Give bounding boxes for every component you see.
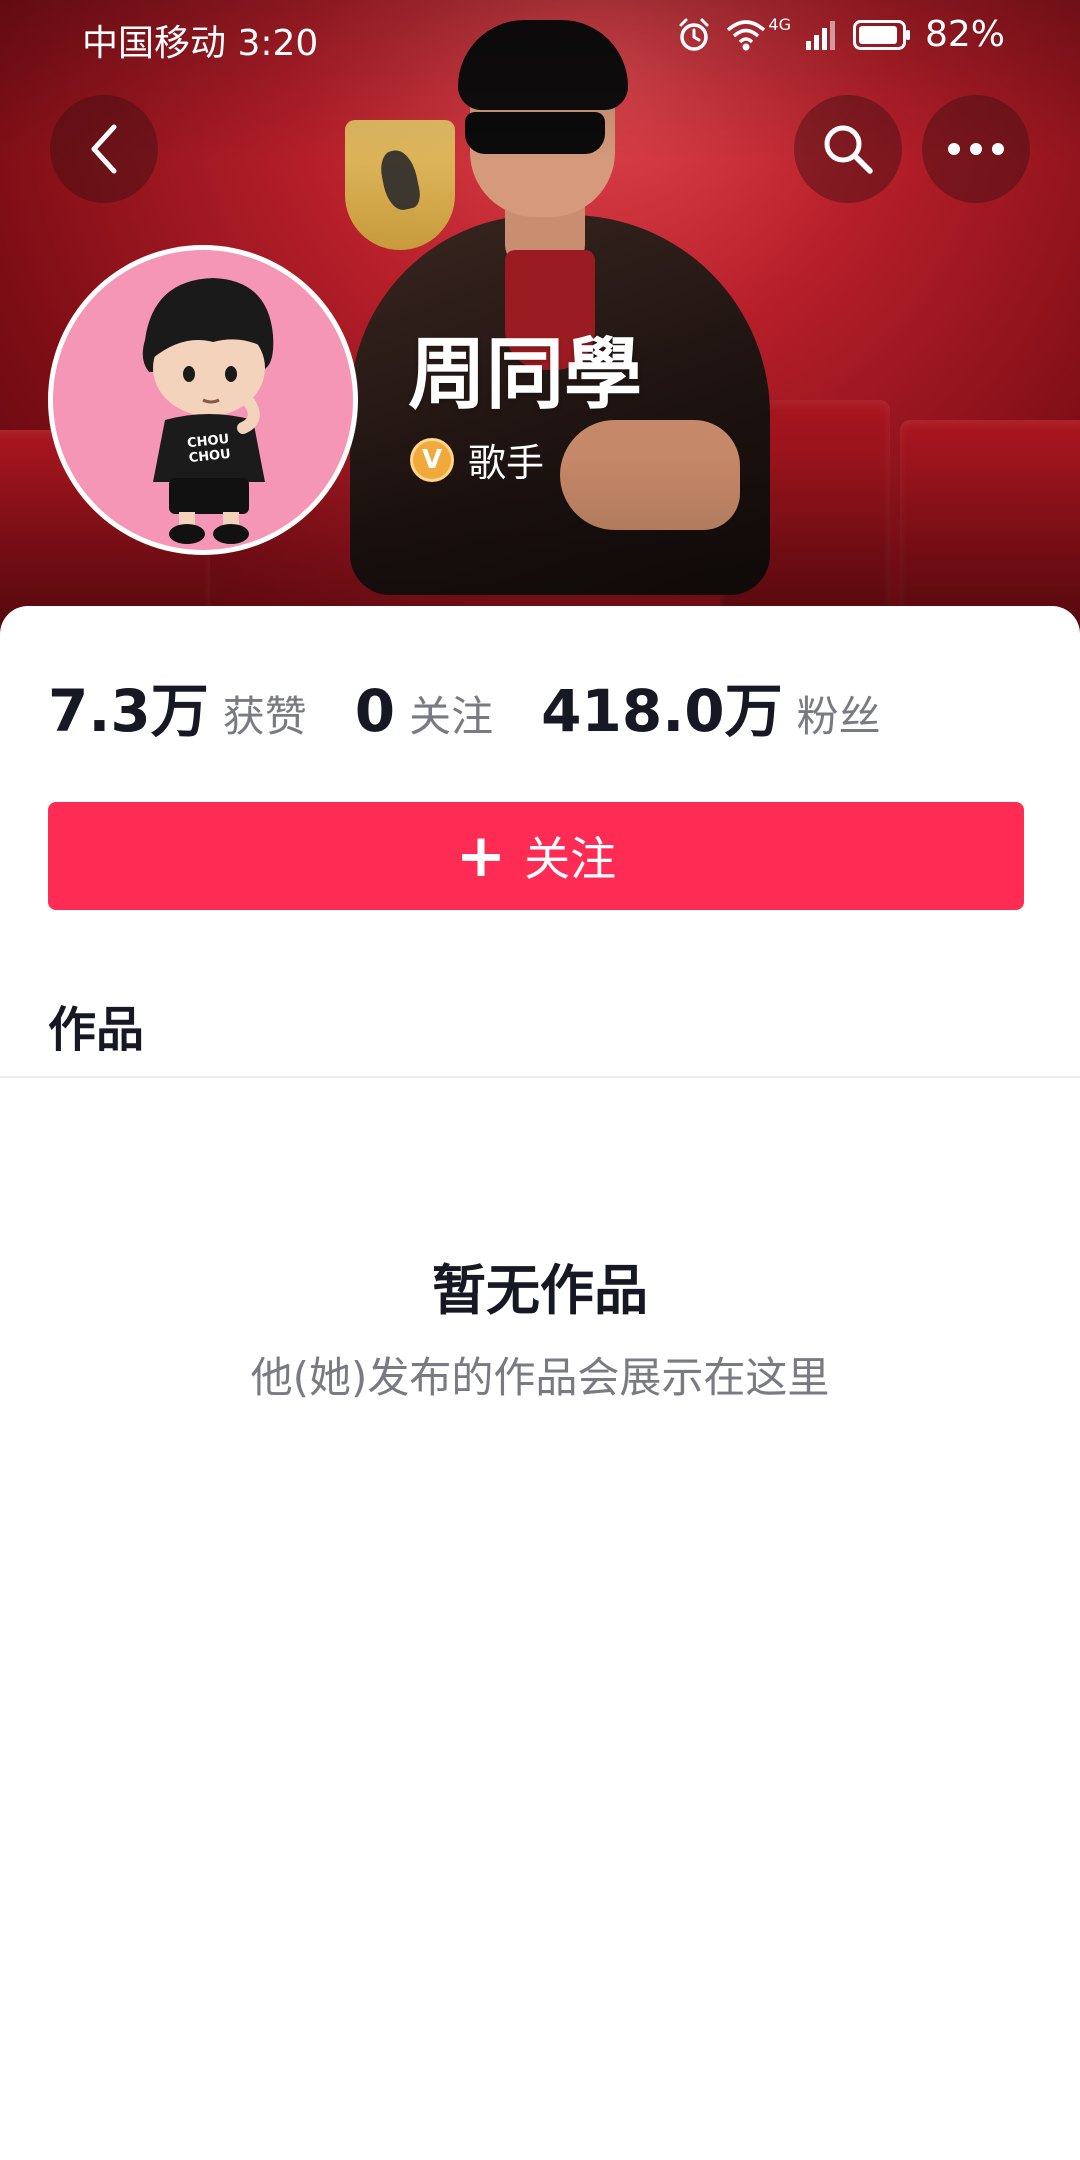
stat-likes-value: 7.3万 bbox=[48, 677, 209, 745]
signal-icon bbox=[805, 20, 835, 50]
battery-percent: 82% bbox=[924, 14, 1005, 55]
divider bbox=[0, 1076, 1080, 1078]
avatar[interactable]: CHOU CHOU bbox=[48, 245, 358, 555]
status-bar: 中国移动 3:20 4G 82% bbox=[0, 0, 1080, 75]
empty-state-subtitle: 他(她)发布的作品会展示在这里 bbox=[250, 1353, 830, 1402]
avatar-image: CHOU CHOU bbox=[53, 250, 353, 550]
stat-likes[interactable]: 7.3万 获赞 bbox=[48, 664, 307, 748]
status-indicators: 4G 82% bbox=[676, 14, 1005, 55]
follow-button-label: 关注 bbox=[524, 832, 617, 886]
profile-content-card: 7.3万 获赞 0 关注 418.0万 粉丝 + 关注 作品 暂无作品 他(她)… bbox=[0, 606, 1080, 2160]
search-button[interactable] bbox=[794, 95, 902, 203]
tab-works[interactable]: 作品 bbox=[48, 990, 144, 1060]
verified-badge-icon: V bbox=[410, 437, 454, 482]
battery-icon bbox=[852, 19, 910, 50]
back-button[interactable] bbox=[50, 95, 158, 203]
profile-role-label: 歌手 bbox=[468, 441, 545, 485]
network-type-label: 4G bbox=[768, 15, 791, 34]
stat-following[interactable]: 0 关注 bbox=[355, 677, 493, 745]
profile-role: V 歌手 bbox=[410, 432, 544, 487]
stat-likes-label: 获赞 bbox=[222, 692, 307, 741]
stat-following-label: 关注 bbox=[409, 692, 494, 741]
follow-button[interactable]: + 关注 bbox=[48, 802, 1024, 910]
status-carrier-time: 中国移动 3:20 bbox=[82, 23, 319, 64]
wifi-icon bbox=[727, 19, 766, 50]
stat-followers-label: 粉丝 bbox=[796, 692, 881, 741]
stat-followers-value: 418.0万 bbox=[541, 677, 783, 745]
more-dots-icon bbox=[948, 143, 1004, 155]
profile-stats: 7.3万 获赞 0 关注 418.0万 粉丝 bbox=[48, 664, 929, 748]
search-icon bbox=[824, 125, 873, 174]
cartoon-figure-icon bbox=[142, 278, 274, 544]
stat-following-value: 0 bbox=[354, 677, 396, 745]
more-button[interactable] bbox=[922, 95, 1030, 203]
empty-state-title: 暂无作品 bbox=[432, 1259, 648, 1322]
alarm-icon bbox=[679, 18, 709, 51]
avatar-shirt-text: CHOU CHOU bbox=[186, 431, 232, 467]
plus-icon: + bbox=[455, 821, 507, 891]
back-chevron-icon bbox=[91, 124, 117, 174]
stat-followers[interactable]: 418.0万 粉丝 bbox=[541, 664, 880, 748]
profile-name: 周同學 bbox=[408, 330, 643, 420]
